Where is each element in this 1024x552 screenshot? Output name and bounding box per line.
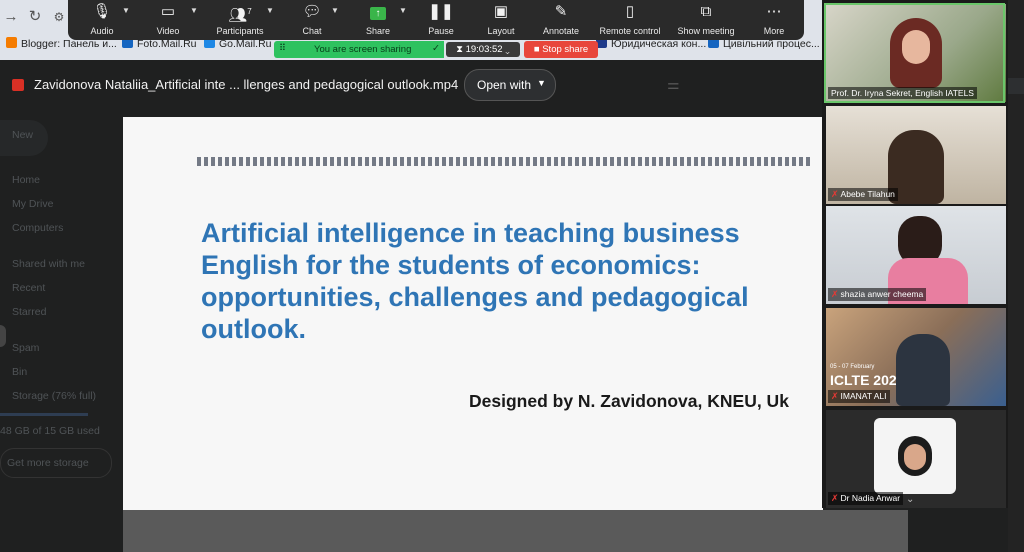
chevron-down-icon: ⌄: [502, 44, 510, 55]
shield-check-icon: ✓: [432, 43, 440, 54]
pause-button[interactable]: ❚❚ Pause: [409, 0, 473, 40]
storage-progress-bar: [0, 413, 88, 416]
annotate-button[interactable]: ✎ Annotate: [529, 0, 593, 40]
hourglass-icon: ⧗: [456, 44, 466, 55]
sidebar-item-computers[interactable]: Computers: [12, 222, 63, 234]
avatar-face: [904, 444, 926, 470]
muted-mic-icon: ✗: [831, 289, 839, 299]
sharing-status-label: You are screen sharing: [314, 44, 412, 55]
pause-icon: ❚❚: [428, 3, 454, 20]
sidebar-item-storage[interactable]: Storage (76% full): [12, 390, 96, 402]
muted-mic-icon: ✗: [831, 493, 839, 503]
sidebar-item-spam[interactable]: Spam: [12, 342, 39, 354]
mouse-icon: ▯: [625, 3, 635, 20]
pencil-icon: ✎: [554, 3, 568, 20]
new-button-label: New: [12, 129, 34, 141]
participants-options-chevron-icon[interactable]: ▼: [266, 6, 274, 15]
participant-tile[interactable]: ✗ shazia anwer cheema: [826, 206, 1006, 304]
active-speaker-frame: [824, 3, 1005, 103]
participant-tile[interactable]: 05 - 07 February ICLTE 2026 ✗ IMANAT ALI: [826, 308, 1006, 406]
reload-icon[interactable]: ↻: [26, 8, 44, 26]
more-button[interactable]: ⋯ More: [742, 0, 806, 40]
open-with-label: Open with: [477, 78, 532, 92]
slide-title: Artificial intelligence in teaching busi…: [201, 218, 749, 344]
sidebar-item-my-drive[interactable]: My Drive: [12, 198, 53, 210]
slide-author: Designed by N. Zavidonova, KNEU, Uk: [469, 391, 789, 411]
settings-sliders-icon[interactable]: ⚌: [667, 76, 680, 93]
sidebar-toggle[interactable]: [0, 325, 6, 347]
share-timer[interactable]: ⧗ 19:03:52 ⌄: [446, 42, 520, 57]
layout-icon: ▣: [493, 3, 509, 20]
show-meeting-button[interactable]: ⧉ Show meeting: [671, 0, 741, 40]
more-dots-icon: ⋯: [766, 3, 782, 20]
sidebar-item-starred[interactable]: Starred: [12, 306, 46, 318]
decorative-dash-line: [197, 157, 813, 166]
participant-video: [896, 334, 950, 406]
sidebar-item-recent[interactable]: Recent: [12, 282, 45, 294]
participant-tile[interactable]: ✗ Abebe Tilahun: [826, 106, 1006, 204]
screen-sharing-bar: ⠿ You are screen sharing ✓ ⧗ 19:03:52 ⌄ …: [274, 41, 598, 58]
show-meeting-icon: ⧉: [700, 3, 712, 20]
video-next-frame: [123, 510, 908, 552]
participant-tile[interactable]: ✗ Dr Nadia Anwar: [826, 410, 1006, 508]
site-settings-icon[interactable]: ⚙: [50, 8, 68, 26]
banner-title: ICLTE 2026: [830, 372, 905, 388]
participant-avatar: [874, 418, 956, 494]
new-button[interactable]: New: [0, 120, 48, 156]
layout-button[interactable]: ▣ Layout: [469, 0, 533, 40]
share-options-chevron-icon[interactable]: ▼: [399, 6, 407, 15]
participant-name: ✗ Dr Nadia Anwar: [828, 492, 904, 505]
stop-share-button[interactable]: ■ Stop share: [524, 41, 598, 58]
forward-arrow-icon[interactable]: →: [2, 8, 20, 26]
banner-date: 05 - 07 February: [830, 364, 875, 370]
get-more-storage-button[interactable]: Get more storage: [0, 448, 112, 478]
stop-square-icon: ■: [533, 44, 543, 55]
video-options-chevron-icon[interactable]: ▼: [190, 6, 198, 15]
zoom-meeting-toolbar: 🎙︎ Audio ▼ ▭ Video ▼ 👥︎7 Participants ▼ 💬︎ C…: [68, 0, 804, 40]
muted-mic-icon: ✗: [831, 189, 839, 199]
participant-name: ✗ Abebe Tilahun: [828, 188, 898, 201]
participants-icon: 👥︎7: [228, 7, 252, 24]
sidebar-item-home[interactable]: Home: [12, 174, 40, 186]
caret-down-icon: ▼: [537, 78, 546, 88]
presentation-slide: Artificial intelligence in teaching busi…: [123, 117, 823, 510]
file-title: Zavidonova Nataliia_Artificial inte ... …: [34, 77, 459, 92]
participant-name: ✗ IMANAT ALI: [828, 390, 890, 403]
get-more-storage-label: Get more storage: [7, 457, 89, 469]
sharing-status[interactable]: ⠿ You are screen sharing ✓: [274, 41, 444, 58]
participants-button[interactable]: 👥︎7 Participants: [208, 0, 272, 40]
participant-count: 7: [247, 7, 252, 16]
open-with-button[interactable]: Open with ▼: [464, 69, 556, 101]
drag-handle-icon[interactable]: ⠿: [279, 43, 286, 54]
share-side-button[interactable]: [1008, 78, 1024, 94]
remote-control-button[interactable]: ▯ Remote control: [595, 0, 665, 40]
scroll-down-chevron-icon[interactable]: ⌄: [906, 494, 914, 505]
chat-options-chevron-icon[interactable]: ▼: [331, 6, 339, 15]
blogger-icon: [6, 37, 17, 48]
audio-options-chevron-icon[interactable]: ▼: [122, 6, 130, 15]
storage-text: 48 GB of 15 GB used: [0, 425, 100, 437]
participant-name: ✗ shazia anwer cheema: [828, 288, 927, 301]
video-file-icon: [12, 79, 24, 91]
sidebar-item-bin[interactable]: Bin: [12, 366, 27, 378]
muted-mic-icon: ✗: [831, 391, 839, 401]
sidebar-item-shared[interactable]: Shared with me: [12, 258, 85, 270]
